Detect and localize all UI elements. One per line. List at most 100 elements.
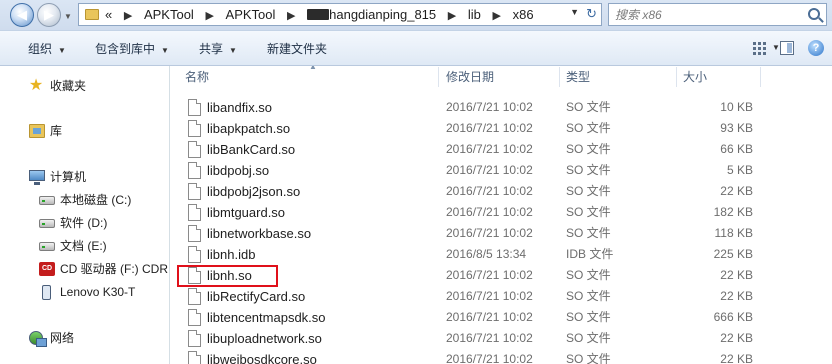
file-row[interactable]: libdpobj2json.so 2016/7/21 10:02 SO 文件 2… [171, 181, 832, 202]
file-row[interactable]: libweibosdkcore.so 2016/7/21 10:02 SO 文件… [171, 349, 832, 364]
file-row[interactable]: libapkpatch.so 2016/7/21 10:02 SO 文件 93 … [171, 118, 832, 139]
file-size: 22 KB [720, 268, 753, 282]
nav-item-label: CD 驱动器 (F:) CDR [60, 262, 168, 276]
file-date: 2016/7/21 10:02 [446, 310, 533, 324]
file-row[interactable]: libdpobj.so 2016/7/21 10:02 SO 文件 5 KB [171, 160, 832, 181]
nav-item-network[interactable]: 网络 [0, 328, 169, 348]
file-row[interactable]: libuploadnetwork.so 2016/7/21 10:02 SO 文… [171, 328, 832, 349]
view-dropdown-icon[interactable]: ▼ [772, 43, 780, 52]
nav-item-drive-f[interactable]: CD CD 驱动器 (F:) CDR [0, 259, 169, 279]
file-row[interactable]: libBankCard.so 2016/7/21 10:02 SO 文件 66 … [171, 139, 832, 160]
breadcrumb-separator-icon[interactable]: ▶ [448, 8, 456, 24]
file-icon [188, 141, 201, 158]
file-size: 10 KB [720, 100, 753, 114]
column-divider[interactable] [559, 67, 560, 87]
computer-icon [29, 170, 45, 185]
nav-item-label: 库 [50, 124, 63, 138]
file-size: 5 KB [726, 163, 753, 177]
column-divider[interactable] [438, 67, 439, 87]
hard-drive-icon [39, 196, 55, 205]
nav-item-libraries[interactable]: 库 [0, 121, 169, 141]
search-input[interactable] [615, 7, 795, 23]
file-date: 2016/7/21 10:02 [446, 352, 533, 364]
search-box[interactable] [608, 3, 827, 26]
preview-pane-icon[interactable] [780, 41, 794, 55]
new-folder-button[interactable]: 新建文件夹 [267, 41, 327, 57]
change-view-icon[interactable] [752, 40, 768, 56]
file-type: SO 文件 [566, 226, 611, 240]
breadcrumb-separator-icon[interactable]: ▶ [287, 8, 295, 24]
star-icon: ★ [28, 77, 44, 94]
forward-button[interactable]: ▶ [37, 3, 61, 27]
column-header-date[interactable]: 修改日期 [446, 66, 494, 88]
breadcrumb-item[interactable]: APKTool [144, 7, 194, 23]
include-in-library-button[interactable]: 包含到库中 ▼ [95, 41, 169, 57]
file-date: 2016/7/21 10:02 [446, 331, 533, 345]
file-row[interactable]: libmtguard.so 2016/7/21 10:02 SO 文件 182 … [171, 202, 832, 223]
file-icon [188, 309, 201, 326]
file-row[interactable]: libnetworkbase.so 2016/7/21 10:02 SO 文件 … [171, 223, 832, 244]
file-type: SO 文件 [566, 184, 611, 198]
address-bar-row: ◀ ▶ ▼ « ▶ APKTool ▶ APKTool ▶ hangdianpi… [0, 0, 832, 30]
breadcrumb-item[interactable]: x86 [513, 7, 534, 23]
highlight-annotation-box [177, 265, 278, 287]
nav-item-label: 本地磁盘 (C:) [60, 193, 132, 207]
breadcrumb-item[interactable]: lib [468, 7, 481, 23]
library-icon [29, 124, 45, 138]
nav-item-device[interactable]: Lenovo K30-T [0, 282, 169, 302]
phone-icon [42, 285, 51, 300]
file-size: 182 KB [713, 205, 753, 219]
back-button[interactable]: ◀ [10, 3, 34, 27]
file-date: 2016/7/21 10:02 [446, 289, 533, 303]
network-icon [29, 331, 47, 347]
search-icon[interactable] [808, 8, 820, 20]
column-header-size[interactable]: 大小 [683, 66, 707, 88]
recent-pages-dropdown-icon[interactable]: ▼ [64, 12, 72, 21]
column-header-name[interactable]: 名称 [185, 66, 209, 88]
file-date: 2016/8/5 13:34 [446, 247, 527, 261]
redaction-mark [307, 9, 330, 20]
file-name: libdpobj.so [207, 163, 270, 178]
help-icon[interactable]: ? [808, 40, 824, 56]
nav-item-favorites[interactable]: ★ 收藏夹 [0, 76, 169, 96]
breadcrumb-overflow[interactable]: « [105, 7, 112, 23]
refresh-icon[interactable]: ↻ [586, 6, 597, 22]
file-name: libnh.idb [207, 247, 256, 262]
column-divider[interactable] [760, 67, 761, 87]
breadcrumb-item[interactable]: hangdianping_815 [329, 7, 436, 23]
share-button[interactable]: 共享 ▼ [199, 41, 237, 57]
nav-item-drive-d[interactable]: 软件 (D:) [0, 213, 169, 233]
file-type: SO 文件 [566, 310, 611, 324]
hard-drive-icon [39, 242, 55, 251]
cd-drive-icon: CD [39, 262, 55, 276]
file-icon [188, 330, 201, 347]
file-row[interactable]: libRectifyCard.so 2016/7/21 10:02 SO 文件 … [171, 286, 832, 307]
file-icon [188, 162, 201, 179]
file-type: SO 文件 [566, 331, 611, 345]
address-box[interactable]: « ▶ APKTool ▶ APKTool ▶ hangdianping_815… [78, 3, 602, 26]
column-header-type[interactable]: 类型 [566, 66, 590, 88]
file-row[interactable]: libnh.idb 2016/8/5 13:34 IDB 文件 225 KB [171, 244, 832, 265]
chevron-down-icon: ▼ [58, 46, 66, 55]
address-dropdown-icon[interactable]: ▼ [570, 7, 579, 17]
file-name: libnetworkbase.so [207, 226, 312, 241]
include-in-library-label: 包含到库中 [95, 42, 156, 56]
file-icon [188, 99, 201, 116]
column-divider[interactable] [676, 67, 677, 87]
nav-item-drive-e[interactable]: 文档 (E:) [0, 236, 169, 256]
new-folder-label: 新建文件夹 [267, 42, 328, 56]
file-date: 2016/7/21 10:02 [446, 268, 533, 282]
file-date: 2016/7/21 10:02 [446, 184, 533, 198]
file-size: 93 KB [720, 121, 753, 135]
file-date: 2016/7/21 10:02 [446, 163, 533, 177]
breadcrumb-item[interactable]: APKTool [226, 7, 276, 23]
breadcrumb-separator-icon[interactable]: ▶ [493, 8, 501, 24]
breadcrumb-separator-icon[interactable]: ▶ [124, 8, 132, 24]
nav-item-computer[interactable]: 计算机 [0, 167, 169, 187]
breadcrumb-separator-icon[interactable]: ▶ [205, 8, 213, 24]
file-row-highlighted[interactable]: libnh.so 2016/7/21 10:02 SO 文件 22 KB [171, 265, 832, 287]
file-row[interactable]: libtencentmapsdk.so 2016/7/21 10:02 SO 文… [171, 307, 832, 328]
organize-button[interactable]: 组织 ▼ [28, 41, 66, 57]
file-row[interactable]: libandfix.so 2016/7/21 10:02 SO 文件 10 KB [171, 97, 832, 118]
nav-item-drive-c[interactable]: 本地磁盘 (C:) [0, 190, 169, 210]
